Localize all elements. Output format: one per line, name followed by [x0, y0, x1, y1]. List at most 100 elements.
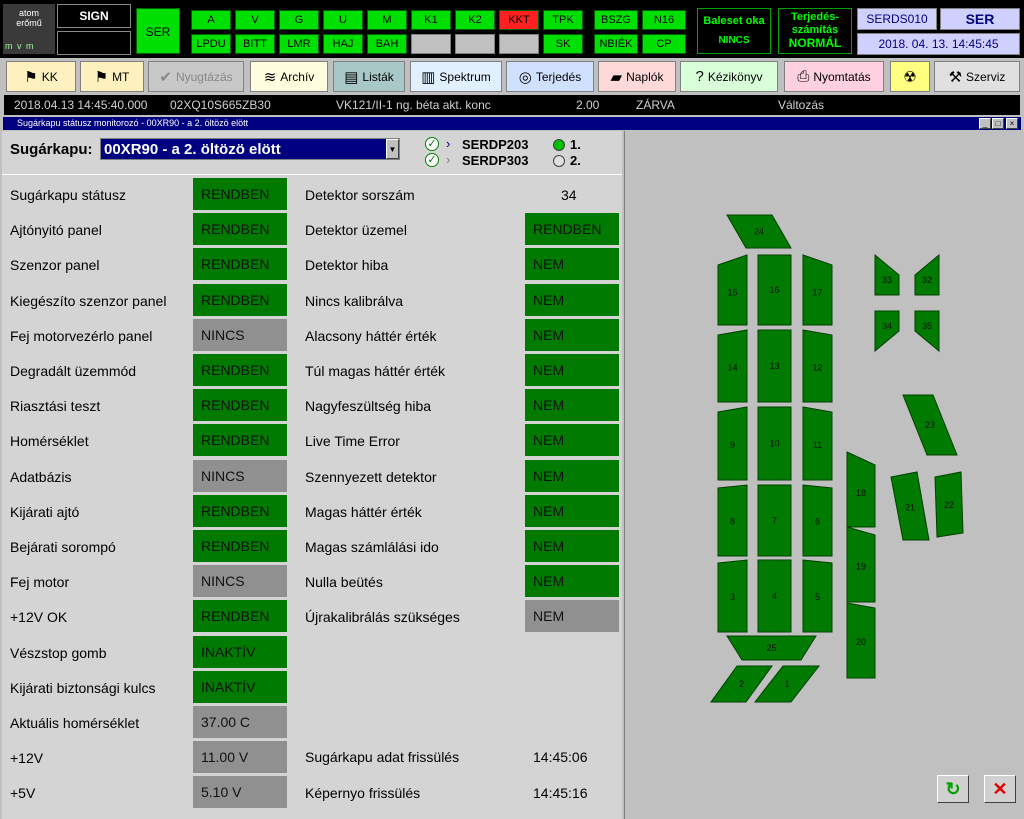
status-label: Ajtónyitó panel — [10, 222, 102, 239]
sign-button[interactable]: SIGN — [57, 4, 131, 28]
status-indicator[interactable] — [499, 34, 539, 54]
toolbar-label: Spektrum — [439, 69, 491, 84]
radiation-icon: ☢ — [903, 68, 917, 86]
status-group-3: NBIÉK CP — [594, 34, 688, 54]
close-window-button[interactable]: × — [1006, 118, 1018, 129]
status-indicator[interactable]: TPK — [543, 10, 583, 30]
toolbar-button-spektrum[interactable]: ▥ Spektrum — [410, 61, 502, 92]
toolbar-button-szerviz[interactable]: ⚒ Szerviz — [934, 61, 1020, 92]
status-indicator[interactable]: A — [191, 10, 231, 30]
arrow-right-icon: › — [446, 136, 451, 151]
chevron-down-icon[interactable]: ▼ — [386, 139, 399, 159]
status-indicator[interactable]: U — [323, 10, 363, 30]
status-row-2: LPDU BITT LMR HAJ BAH SK — [191, 34, 587, 54]
status-label: Szenzor panel — [10, 257, 100, 274]
status-label: +12V OK — [10, 609, 68, 626]
status-indicator[interactable]: SK — [543, 34, 583, 54]
close-icon[interactable]: ✕ — [984, 775, 1016, 803]
gate-select[interactable]: 00XR90 - a 2. öltözö elött — [100, 138, 400, 160]
status-label: Kijárati biztonsági kulcs — [10, 679, 156, 696]
divider — [2, 174, 622, 175]
toolbar-button-kk[interactable]: ⚑ KK — [6, 61, 76, 92]
baleset-panel[interactable]: Baleset oka NINCS — [697, 8, 771, 54]
status-value: INAKTÍV — [193, 635, 287, 668]
detector-35[interactable] — [914, 310, 940, 353]
detector-label: Magas háttér érték — [305, 503, 422, 520]
detector-34[interactable] — [874, 310, 900, 353]
status-indicator[interactable]: K2 — [455, 10, 495, 30]
status-value: NINCS — [193, 565, 287, 598]
status-indicator[interactable]: M — [367, 10, 407, 30]
status-indicator[interactable]: HAJ — [323, 34, 363, 54]
datetime: 2018. 04. 13. 14:45:45 — [857, 33, 1020, 55]
toolbar-button-kézikönyv[interactable]: ? Kézikönyv — [680, 61, 778, 92]
toolbar-button-radiation[interactable]: ☢ — [890, 61, 930, 92]
ser-button[interactable]: SER — [136, 8, 180, 54]
status-indicator[interactable]: CP — [642, 34, 686, 54]
detector-label: 1 — [784, 679, 789, 689]
radio-1-label: 1. — [570, 137, 581, 152]
detector-value: 34 — [561, 187, 577, 203]
logo-text: atom — [18, 8, 39, 18]
status-indicator[interactable]: NBIÉK — [594, 34, 638, 54]
toolbar-button-archív[interactable]: ≋ Archív — [250, 61, 328, 92]
detector-label: 6 — [815, 516, 820, 526]
status-indicator[interactable]: LPDU — [191, 34, 231, 54]
event-state: ZÁRVA — [636, 98, 675, 112]
status-indicator[interactable]: BITT — [235, 34, 275, 54]
arrow-right-icon: › — [446, 152, 451, 167]
maximize-button[interactable]: □ — [992, 118, 1004, 129]
toolbar-label: Nyugtázás — [175, 69, 233, 84]
tree-icon: ⚑ — [94, 68, 109, 86]
status-indicator[interactable]: LMR — [279, 34, 319, 54]
status-indicator[interactable]: N16 — [642, 10, 686, 30]
sign-field — [57, 31, 131, 55]
detector-label: 9 — [730, 440, 735, 450]
minimize-button[interactable]: _ — [979, 118, 991, 129]
logo: atom erőmű m v m — [3, 4, 55, 54]
status-row-1: A V G U M K1 K2 KKT TPK — [191, 10, 587, 30]
logo-mvm: m v m — [5, 41, 35, 51]
toolbar-button-nyomtatás[interactable]: ⎙ Nyomtatás — [784, 61, 884, 92]
toolbar-button-listák[interactable]: ▤ Listák — [333, 61, 405, 92]
status-value: NINCS — [193, 318, 287, 351]
status-indicator[interactable]: V — [235, 10, 275, 30]
status-value: RENDBEN — [193, 389, 287, 422]
status-label: Homérséklet — [10, 433, 89, 450]
toolbar-label: Kézikönyv — [707, 69, 763, 84]
detector-label: 34 — [882, 321, 892, 331]
status-value: INAKTÍV — [193, 670, 287, 703]
detector-label: 18 — [856, 488, 866, 498]
status-label: Fej motorvezérlo panel — [10, 327, 153, 344]
detector-label: 21 — [905, 502, 915, 512]
refresh-icon[interactable]: ↻ — [937, 775, 969, 803]
status-label: Riasztási teszt — [10, 398, 101, 415]
radio-2-label: 2. — [570, 153, 581, 168]
tools-icon: ⚒ — [948, 68, 963, 86]
toolbar-button-mt[interactable]: ⚑ MT — [80, 61, 144, 92]
status-indicator[interactable]: BSZG — [594, 10, 638, 30]
status-indicator[interactable]: G — [279, 10, 319, 30]
status-indicator[interactable] — [411, 34, 451, 54]
detector-label: 10 — [769, 439, 779, 449]
toolbar-label: Archív — [280, 69, 315, 84]
status-value: RENDBEN — [193, 354, 287, 386]
toolbar-button-terjedés[interactable]: ◎ Terjedés — [506, 61, 594, 92]
status-indicator[interactable]: K1 — [411, 10, 451, 30]
radio-server-1[interactable] — [553, 139, 565, 151]
toolbar-button-nyugtázás[interactable]: ✔ Nyugtázás — [148, 61, 244, 92]
detector-value: NEM — [525, 318, 619, 351]
status-indicator[interactable]: KKT — [499, 10, 539, 30]
terjedes-panel[interactable]: Terjedés- számítás NORMÁL — [778, 8, 852, 54]
detector-label: 19 — [856, 562, 866, 572]
status-indicator[interactable] — [455, 34, 495, 54]
detector-value: NEM — [525, 283, 619, 316]
radio-server-2[interactable] — [553, 155, 565, 167]
detector-label: 33 — [882, 275, 892, 285]
terjedes-label: Terjedés- — [790, 11, 840, 23]
detector-label: Detektor üzemel — [305, 222, 407, 239]
status-indicator[interactable]: BAH — [367, 34, 407, 54]
toolbar-label: Nyomtatás — [813, 69, 871, 84]
toolbar-button-naplók[interactable]: ▰ Naplók — [598, 61, 676, 92]
status-value: RENDBEN — [193, 494, 287, 527]
